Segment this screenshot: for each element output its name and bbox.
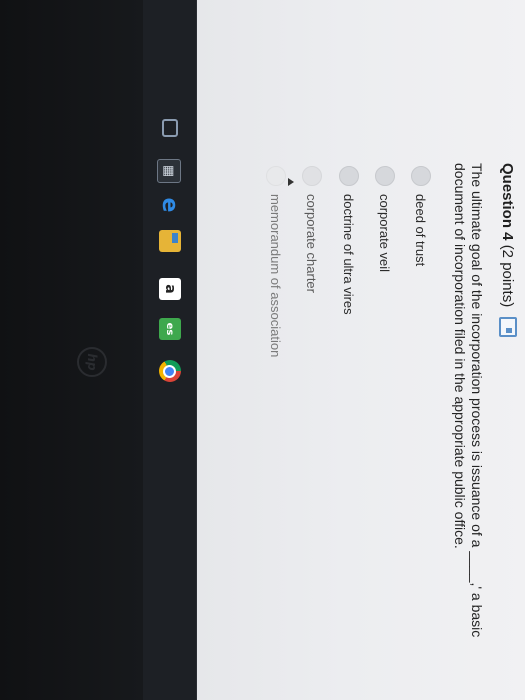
quiz-screen: Question 4 (2 points) The ultimate goal … — [197, 0, 525, 700]
file-explorer-icon[interactable] — [159, 230, 181, 252]
question-points: (2 points) — [499, 244, 517, 308]
option-corporate-charter[interactable]: corporate charter — [302, 166, 322, 293]
option-doctrine-of-ultra-vires[interactable]: doctrine of ultra vires — [339, 166, 359, 315]
option-corporate-veil[interactable]: corporate veil — [375, 166, 395, 272]
option-memorandum-of-association[interactable]: memorandum of association — [266, 166, 286, 357]
question-header: Question 4 (2 points) — [499, 163, 517, 338]
option-label: doctrine of ultra vires — [341, 194, 357, 315]
radio-button[interactable] — [375, 166, 395, 186]
document-icon[interactable] — [499, 317, 517, 338]
rotated-screen-content: Question 4 (2 points) The ultimate goal … — [0, 0, 525, 700]
windows-taskbar: ▦ e a es — [142, 0, 197, 700]
store-icon[interactable]: ▦ — [157, 159, 181, 183]
option-label: corporate charter — [304, 194, 320, 293]
option-deed-of-trust[interactable]: deed of trust — [411, 166, 431, 266]
question-text: The ultimate goal of the incorporation p… — [452, 163, 485, 638]
hp-logo: hp — [77, 347, 107, 377]
question-title: Question 4 (2 points) — [500, 163, 517, 307]
amazon-icon[interactable]: a — [159, 278, 181, 300]
radio-button[interactable] — [411, 166, 431, 186]
chrome-icon[interactable] — [159, 360, 181, 382]
radio-button[interactable] — [266, 166, 286, 186]
option-label: deed of trust — [413, 194, 429, 267]
task-view-icon[interactable] — [162, 119, 178, 137]
edge-icon[interactable]: e — [158, 194, 183, 216]
mouse-cursor-icon — [288, 178, 294, 186]
laptop-bezel: hp — [0, 0, 143, 700]
question-number: Question 4 — [499, 163, 517, 241]
option-label: memorandum of association — [268, 194, 284, 358]
radio-button[interactable] — [302, 166, 322, 186]
photo-frame: Question 4 (2 points) The ultimate goal … — [0, 0, 525, 700]
whatsapp-icon[interactable]: es — [159, 318, 181, 340]
option-label: corporate veil — [377, 194, 393, 273]
radio-button[interactable] — [339, 166, 359, 186]
